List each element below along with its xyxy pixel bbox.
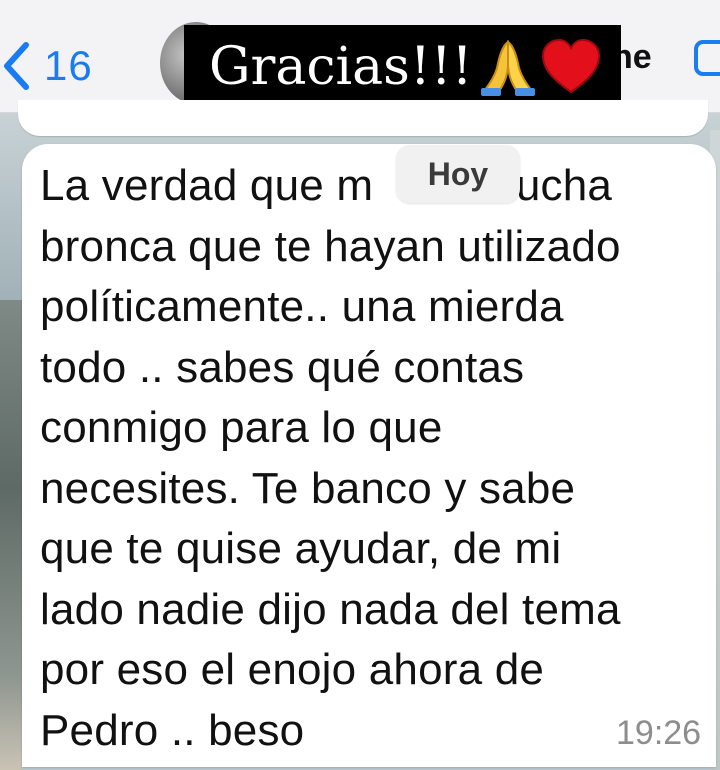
folded-hands-icon [480, 39, 535, 96]
message-line: políticamente.. una mierda [40, 282, 564, 331]
chevron-left-icon [4, 42, 29, 90]
message-line: por eso el enojo ahora de [40, 645, 545, 694]
message-line: bronca que te hayan utilizado [40, 221, 621, 271]
message-line: todo .. sabes qué contas [40, 342, 525, 392]
message-line: La verdad que m nucha [40, 161, 613, 210]
previous-message-bubble [18, 100, 708, 136]
caption-text: Gracias!!! [209, 36, 473, 97]
message-line: necesites. Te banco y sabe [40, 463, 576, 513]
red-heart-icon [541, 38, 600, 93]
caption-overlay: Gracias!!! [184, 25, 621, 108]
message-timestamp: 19:26 [616, 714, 702, 752]
unread-count: 16 [44, 42, 93, 89]
message-text: La verdad que m nucha bronca que te hayan… [40, 156, 700, 761]
message-line: lado nadie dijo nada del tema [40, 584, 621, 634]
back-button[interactable]: 16 [0, 34, 93, 98]
video-call-icon[interactable] [692, 36, 720, 80]
date-separator: Hoy [396, 145, 520, 203]
message-line: Pedro .. beso [40, 705, 305, 755]
message-line: conmigo para lo que [40, 403, 443, 452]
message-line: que te quise ayudar, de mi [40, 524, 562, 573]
